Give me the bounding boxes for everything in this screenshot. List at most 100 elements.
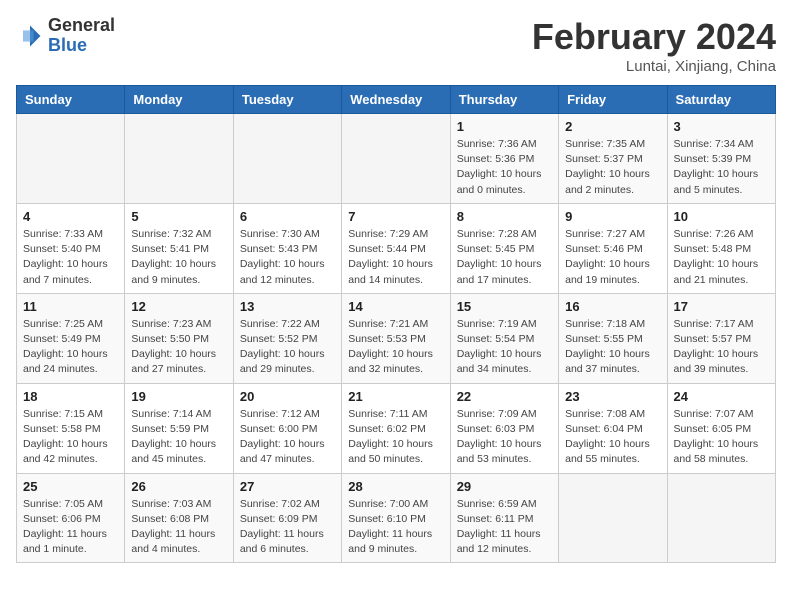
day-number: 10 [674, 209, 769, 224]
day-number: 18 [23, 389, 118, 404]
day-number: 7 [348, 209, 443, 224]
logo-icon [16, 22, 44, 50]
day-info: Sunrise: 7:12 AM Sunset: 6:00 PM Dayligh… [240, 407, 335, 468]
logo-general-text: General [48, 16, 115, 36]
day-number: 1 [457, 119, 552, 134]
day-info: Sunrise: 7:18 AM Sunset: 5:55 PM Dayligh… [565, 317, 660, 378]
logo-text: General Blue [48, 16, 115, 56]
day-info: Sunrise: 7:23 AM Sunset: 5:50 PM Dayligh… [131, 317, 226, 378]
day-number: 4 [23, 209, 118, 224]
calendar-cell: 12Sunrise: 7:23 AM Sunset: 5:50 PM Dayli… [125, 293, 233, 383]
calendar-cell: 25 Sunrise: 7:05 AM Sunset: 6:06 PM Dayli… [17, 473, 125, 563]
calendar-cell: 15 Sunrise: 7:19 AM Sunset: 5:54 PM Dayli… [450, 293, 558, 383]
calendar-table: SundayMondayTuesdayWednesdayThursdayFrid… [16, 85, 776, 563]
day-info: Sunrise: 7:34 AM Sunset: 5:39 PM Dayligh… [674, 137, 769, 198]
calendar-cell [667, 473, 775, 563]
day-info: Sunrise: 7:30 AM Sunset: 5:43 PM Dayligh… [240, 227, 335, 288]
logo-blue-text: Blue [48, 36, 115, 56]
calendar-cell [342, 114, 450, 204]
day-info: Sunrise: 7:02 AM Sunset: 6:09 PM Dayligh… [240, 497, 335, 558]
calendar-cell: 10 Sunrise: 7:26 AM Sunset: 5:48 PM Dayli… [667, 203, 775, 293]
day-info: Sunrise: 7:14 AM Sunset: 5:59 PM Dayligh… [131, 407, 226, 468]
day-info: Sunrise: 7:11 AM Sunset: 6:02 PM Dayligh… [348, 407, 443, 468]
day-info: Sunrise: 7:09 AM Sunset: 6:03 PM Dayligh… [457, 407, 552, 468]
day-info: Sunrise: 7:00 AM Sunset: 6:10 PM Dayligh… [348, 497, 443, 558]
page-header: General Blue February 2024 Luntai, Xinji… [16, 16, 776, 75]
day-info: Sunrise: 7:07 AM Sunset: 6:05 PM Dayligh… [674, 407, 769, 468]
day-info: Sunrise: 7:15 AM Sunset: 5:58 PM Dayligh… [23, 407, 118, 468]
day-number: 28 [348, 479, 443, 494]
calendar-cell: 7 Sunrise: 7:29 AM Sunset: 5:44 PM Daylig… [342, 203, 450, 293]
day-info: Sunrise: 7:08 AM Sunset: 6:04 PM Dayligh… [565, 407, 660, 468]
title-area: February 2024 Luntai, Xinjiang, China [532, 16, 776, 75]
day-info: Sunrise: 7:32 AM Sunset: 5:41 PM Dayligh… [131, 227, 226, 288]
calendar-cell: 28 Sunrise: 7:00 AM Sunset: 6:10 PM Dayli… [342, 473, 450, 563]
calendar-week-4: 18 Sunrise: 7:15 AM Sunset: 5:58 PM Dayli… [17, 383, 776, 473]
calendar-cell: 4 Sunrise: 7:33 AM Sunset: 5:40 PM Daylig… [17, 203, 125, 293]
calendar-week-3: 11 Sunrise: 7:25 AM Sunset: 5:49 PM Dayli… [17, 293, 776, 383]
day-number: 26 [131, 479, 226, 494]
calendar-cell: 20 Sunrise: 7:12 AM Sunset: 6:00 PM Dayli… [233, 383, 341, 473]
day-info: Sunrise: 6:59 AM Sunset: 6:11 PM Dayligh… [457, 497, 552, 558]
calendar-cell: 3 Sunrise: 7:34 AM Sunset: 5:39 PM Daylig… [667, 114, 775, 204]
day-number: 25 [23, 479, 118, 494]
day-number: 3 [674, 119, 769, 134]
calendar-header-saturday: Saturday [667, 86, 775, 114]
day-number: 11 [23, 299, 118, 314]
calendar-cell: 8Sunrise: 7:28 AM Sunset: 5:45 PM Daylig… [450, 203, 558, 293]
day-number: 19 [131, 389, 226, 404]
calendar-cell: 24Sunrise: 7:07 AM Sunset: 6:05 PM Dayli… [667, 383, 775, 473]
calendar-header-monday: Monday [125, 86, 233, 114]
calendar-cell: 27 Sunrise: 7:02 AM Sunset: 6:09 PM Dayli… [233, 473, 341, 563]
location-text: Luntai, Xinjiang, China [532, 58, 776, 75]
day-number: 16 [565, 299, 660, 314]
calendar-header-sunday: Sunday [17, 86, 125, 114]
calendar-cell: 11 Sunrise: 7:25 AM Sunset: 5:49 PM Dayli… [17, 293, 125, 383]
day-info: Sunrise: 7:29 AM Sunset: 5:44 PM Dayligh… [348, 227, 443, 288]
calendar-week-2: 4 Sunrise: 7:33 AM Sunset: 5:40 PM Daylig… [17, 203, 776, 293]
day-number: 22 [457, 389, 552, 404]
day-number: 27 [240, 479, 335, 494]
calendar-cell: 23 Sunrise: 7:08 AM Sunset: 6:04 PM Dayli… [559, 383, 667, 473]
day-info: Sunrise: 7:26 AM Sunset: 5:48 PM Dayligh… [674, 227, 769, 288]
day-number: 15 [457, 299, 552, 314]
calendar-cell: 6Sunrise: 7:30 AM Sunset: 5:43 PM Daylig… [233, 203, 341, 293]
calendar-cell: 5 Sunrise: 7:32 AM Sunset: 5:41 PM Daylig… [125, 203, 233, 293]
calendar-cell [17, 114, 125, 204]
day-info: Sunrise: 7:33 AM Sunset: 5:40 PM Dayligh… [23, 227, 118, 288]
day-info: Sunrise: 7:36 AM Sunset: 5:36 PM Dayligh… [457, 137, 552, 198]
day-number: 20 [240, 389, 335, 404]
day-info: Sunrise: 7:27 AM Sunset: 5:46 PM Dayligh… [565, 227, 660, 288]
calendar-cell: 16 Sunrise: 7:18 AM Sunset: 5:55 PM Dayli… [559, 293, 667, 383]
calendar-cell [233, 114, 341, 204]
day-info: Sunrise: 7:25 AM Sunset: 5:49 PM Dayligh… [23, 317, 118, 378]
calendar-cell: 19 Sunrise: 7:14 AM Sunset: 5:59 PM Dayli… [125, 383, 233, 473]
day-info: Sunrise: 7:03 AM Sunset: 6:08 PM Dayligh… [131, 497, 226, 558]
day-info: Sunrise: 7:35 AM Sunset: 5:37 PM Dayligh… [565, 137, 660, 198]
day-number: 5 [131, 209, 226, 224]
calendar-week-5: 25 Sunrise: 7:05 AM Sunset: 6:06 PM Dayli… [17, 473, 776, 563]
calendar-cell: 21 Sunrise: 7:11 AM Sunset: 6:02 PM Dayli… [342, 383, 450, 473]
calendar-body: 1 Sunrise: 7:36 AM Sunset: 5:36 PM Daylig… [17, 114, 776, 563]
calendar-header-tuesday: Tuesday [233, 86, 341, 114]
calendar-cell: 1 Sunrise: 7:36 AM Sunset: 5:36 PM Daylig… [450, 114, 558, 204]
day-number: 21 [348, 389, 443, 404]
calendar-header-thursday: Thursday [450, 86, 558, 114]
calendar-cell: 17 Sunrise: 7:17 AM Sunset: 5:57 PM Dayli… [667, 293, 775, 383]
calendar-cell [125, 114, 233, 204]
calendar-cell: 26 Sunrise: 7:03 AM Sunset: 6:08 PM Dayli… [125, 473, 233, 563]
calendar-cell: 29 Sunrise: 6:59 AM Sunset: 6:11 PM Dayli… [450, 473, 558, 563]
calendar-cell: 22 Sunrise: 7:09 AM Sunset: 6:03 PM Dayli… [450, 383, 558, 473]
day-number: 29 [457, 479, 552, 494]
day-info: Sunrise: 7:17 AM Sunset: 5:57 PM Dayligh… [674, 317, 769, 378]
calendar-cell: 14Sunrise: 7:21 AM Sunset: 5:53 PM Dayli… [342, 293, 450, 383]
day-info: Sunrise: 7:19 AM Sunset: 5:54 PM Dayligh… [457, 317, 552, 378]
calendar-header-wednesday: Wednesday [342, 86, 450, 114]
day-number: 14 [348, 299, 443, 314]
calendar-cell: 18 Sunrise: 7:15 AM Sunset: 5:58 PM Dayli… [17, 383, 125, 473]
day-number: 23 [565, 389, 660, 404]
day-number: 8 [457, 209, 552, 224]
calendar-header-friday: Friday [559, 86, 667, 114]
day-number: 17 [674, 299, 769, 314]
day-info: Sunrise: 7:05 AM Sunset: 6:06 PM Dayligh… [23, 497, 118, 558]
